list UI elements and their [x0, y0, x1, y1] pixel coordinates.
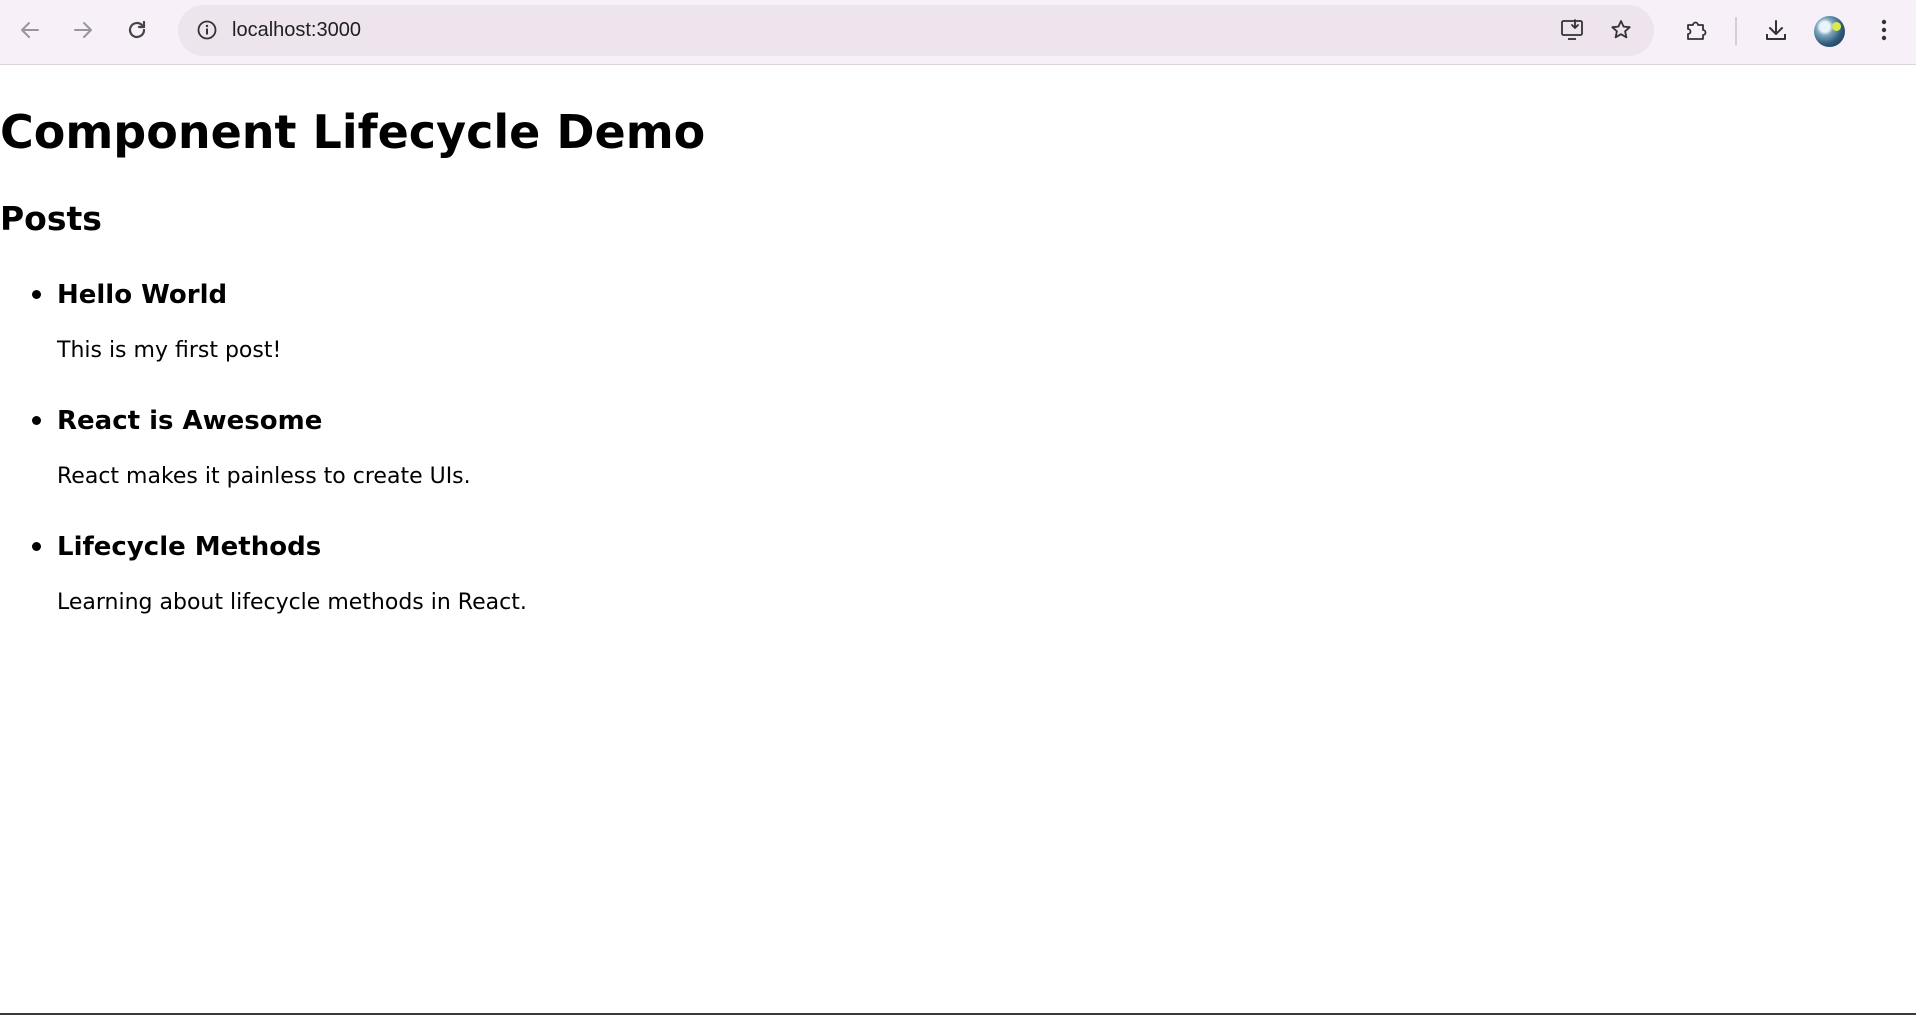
reload-icon: [128, 20, 146, 39]
reload-button[interactable]: [119, 12, 155, 48]
posts-heading: Posts: [0, 199, 102, 238]
address-bar[interactable]: localhost:3000: [178, 5, 1654, 56]
post-item: Hello World This is my first post!: [0, 270, 900, 396]
post-body: Learning about lifecycle methods in Reac…: [57, 590, 527, 615]
arrow-right-icon: [74, 22, 92, 38]
menu-button[interactable]: [1866, 12, 1902, 48]
post-item: Lifecycle Methods Learning about lifecyc…: [0, 522, 900, 648]
post-body: React makes it painless to create UIs.: [57, 464, 471, 489]
site-info-button[interactable]: [190, 13, 224, 47]
url-text[interactable]: localhost:3000: [232, 5, 361, 56]
post-title: Lifecycle Methods: [57, 532, 322, 562]
page-title: Component Lifecycle Demo: [0, 105, 706, 159]
page-content: Component Lifecycle Demo Posts Hello Wor…: [0, 65, 1916, 1015]
arrow-left-icon: [21, 22, 39, 38]
extensions-button[interactable]: [1678, 12, 1714, 48]
back-button[interactable]: [12, 12, 48, 48]
browser-toolbar: localhost:3000: [0, 0, 1916, 65]
install-app-button[interactable]: [1556, 13, 1590, 47]
info-icon: [197, 20, 217, 40]
install-app-icon: [1561, 19, 1583, 40]
toolbar-divider: [1735, 17, 1737, 45]
post-body: This is my first post!: [57, 338, 282, 363]
bookmark-button[interactable]: [1604, 13, 1638, 47]
post-title: React is Awesome: [57, 406, 323, 436]
kebab-menu-icon: [1881, 19, 1887, 41]
post-item: React is Awesome React makes it painless…: [0, 396, 900, 522]
list-bullet: [32, 416, 41, 425]
download-icon: [1766, 20, 1786, 40]
forward-button[interactable]: [65, 12, 101, 48]
downloads-button[interactable]: [1758, 12, 1794, 48]
puzzle-icon: [1687, 21, 1707, 40]
post-title: Hello World: [57, 280, 228, 310]
star-icon: [1611, 20, 1631, 39]
list-bullet: [32, 542, 41, 551]
list-bullet: [32, 290, 41, 299]
avatar[interactable]: [1814, 16, 1845, 47]
post-list: Hello World This is my first post! React…: [0, 270, 900, 648]
